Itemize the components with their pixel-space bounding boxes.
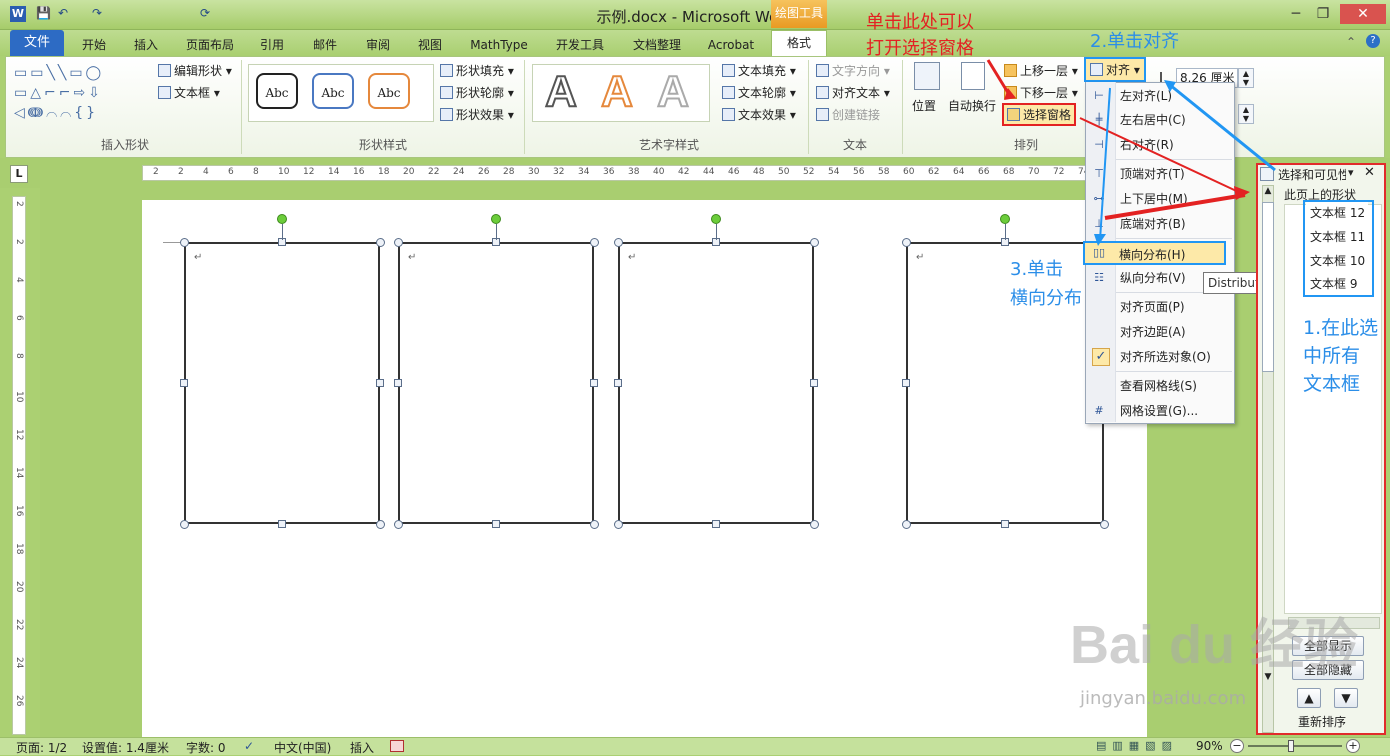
zoom-slider[interactable] — [1248, 745, 1342, 747]
status-page[interactable]: 页面: 1/2 — [16, 739, 67, 756]
macro-record-icon[interactable] — [390, 740, 404, 752]
annotation-selection-pane-hint-1: 单击此处可以 — [866, 12, 974, 33]
annotation-step3-2: 横向分布 — [1010, 288, 1082, 309]
status-language[interactable]: 中文(中国) — [274, 739, 331, 756]
watermark-url: jingyan.baidu.com — [1080, 688, 1247, 709]
status-mode[interactable]: 插入 — [350, 739, 374, 756]
proofing-icon[interactable]: ✓ — [244, 739, 254, 753]
annotation-step1-1: 1.在此选 — [1303, 317, 1379, 339]
zoom-in-icon[interactable]: + — [1346, 739, 1360, 753]
status-settings: 设置值: 1.4厘米 — [82, 741, 169, 755]
annotation-selection-pane-hint-2: 打开选择窗格 — [866, 38, 974, 59]
status-words[interactable]: 字数: 0 — [186, 739, 226, 756]
blue-arrowhead — [1094, 234, 1106, 246]
red-arrow-to-selection-pane — [986, 59, 1012, 97]
annotation-step2: 2.单击对齐 — [1090, 31, 1180, 52]
view-buttons[interactable]: ▤▥▦▧▨ — [1096, 739, 1192, 753]
blue-arrow-to-align — [1169, 83, 1276, 172]
status-zoom[interactable]: 90% — [1196, 739, 1223, 753]
watermark-logo: Bai du 经验 — [1070, 615, 1359, 675]
zoom-slider-thumb[interactable] — [1288, 740, 1294, 752]
red-arrow-to-pane-2 — [1104, 193, 1246, 220]
red-arrowhead — [1234, 186, 1250, 200]
annotation-step1-2: 中所有 — [1303, 345, 1361, 367]
annotation-step3-1: 3.单击 — [1010, 259, 1064, 280]
annotation-step1-3: 文本框 — [1303, 373, 1361, 395]
zoom-out-icon[interactable]: − — [1230, 739, 1244, 753]
